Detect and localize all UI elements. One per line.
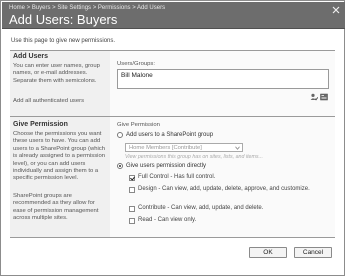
ok-button[interactable]: OK bbox=[249, 247, 287, 258]
page-title: Add Users: Buyers bbox=[9, 12, 118, 27]
design-checkbox[interactable] bbox=[129, 187, 135, 193]
group-select-value: Home Members [Contribute] bbox=[129, 145, 202, 151]
sharepoint-groups-note: SharePoint groups are recommended as the… bbox=[13, 193, 99, 222]
give-directly-label[interactable]: Give users permission directly bbox=[126, 163, 206, 169]
breadcrumb[interactable]: Home > Buyers > Site Settings > Permissi… bbox=[9, 5, 165, 11]
group-select[interactable]: Home Members [Contribute] bbox=[125, 143, 243, 152]
users-groups-input[interactable]: Bill Malone bbox=[117, 69, 329, 89]
group-permissions-hint[interactable]: View permissions this group has on sites… bbox=[125, 154, 263, 160]
design-label[interactable]: Design - Can view, add, update, delete, … bbox=[138, 186, 328, 193]
add-all-authenticated-link[interactable]: Add all authenticated users bbox=[13, 98, 105, 105]
chevron-down-icon bbox=[235, 146, 240, 150]
contribute-label[interactable]: Contribute - Can view, add, update, and … bbox=[138, 205, 328, 212]
read-checkbox[interactable] bbox=[129, 218, 135, 224]
add-users-title: Add Users bbox=[13, 53, 49, 60]
users-groups-value: Bill Malone bbox=[121, 72, 153, 79]
contribute-checkbox[interactable] bbox=[129, 206, 135, 212]
intro-text: Use this page to give new permissions. bbox=[11, 38, 116, 44]
give-permission-description: Choose the permissions you want these us… bbox=[13, 131, 106, 182]
full-control-checkbox[interactable] bbox=[129, 175, 135, 181]
close-icon[interactable] bbox=[332, 6, 340, 14]
cancel-button[interactable]: Cancel bbox=[294, 247, 332, 258]
add-to-group-label[interactable]: Add users to a SharePoint group bbox=[126, 132, 213, 138]
page-header: Home > Buyers > Site Settings > Permissi… bbox=[2, 2, 345, 29]
give-permission-label: Give Permission bbox=[117, 122, 160, 128]
add-users-description: You can enter user names, group names, o… bbox=[13, 63, 100, 84]
section-divider bbox=[10, 237, 335, 238]
add-to-group-radio[interactable] bbox=[117, 132, 123, 138]
give-directly-radio[interactable] bbox=[117, 163, 123, 169]
users-groups-label: Users/Groups: bbox=[117, 61, 155, 67]
check-names-icon[interactable] bbox=[310, 93, 318, 101]
give-permission-title: Give Permission bbox=[13, 121, 68, 128]
read-label[interactable]: Read - Can view only. bbox=[138, 217, 328, 224]
address-book-icon[interactable] bbox=[320, 93, 328, 101]
dialog-window: Home > Buyers > Site Settings > Permissi… bbox=[0, 0, 345, 276]
full-control-label[interactable]: Full Control - Has full control. bbox=[138, 174, 328, 181]
